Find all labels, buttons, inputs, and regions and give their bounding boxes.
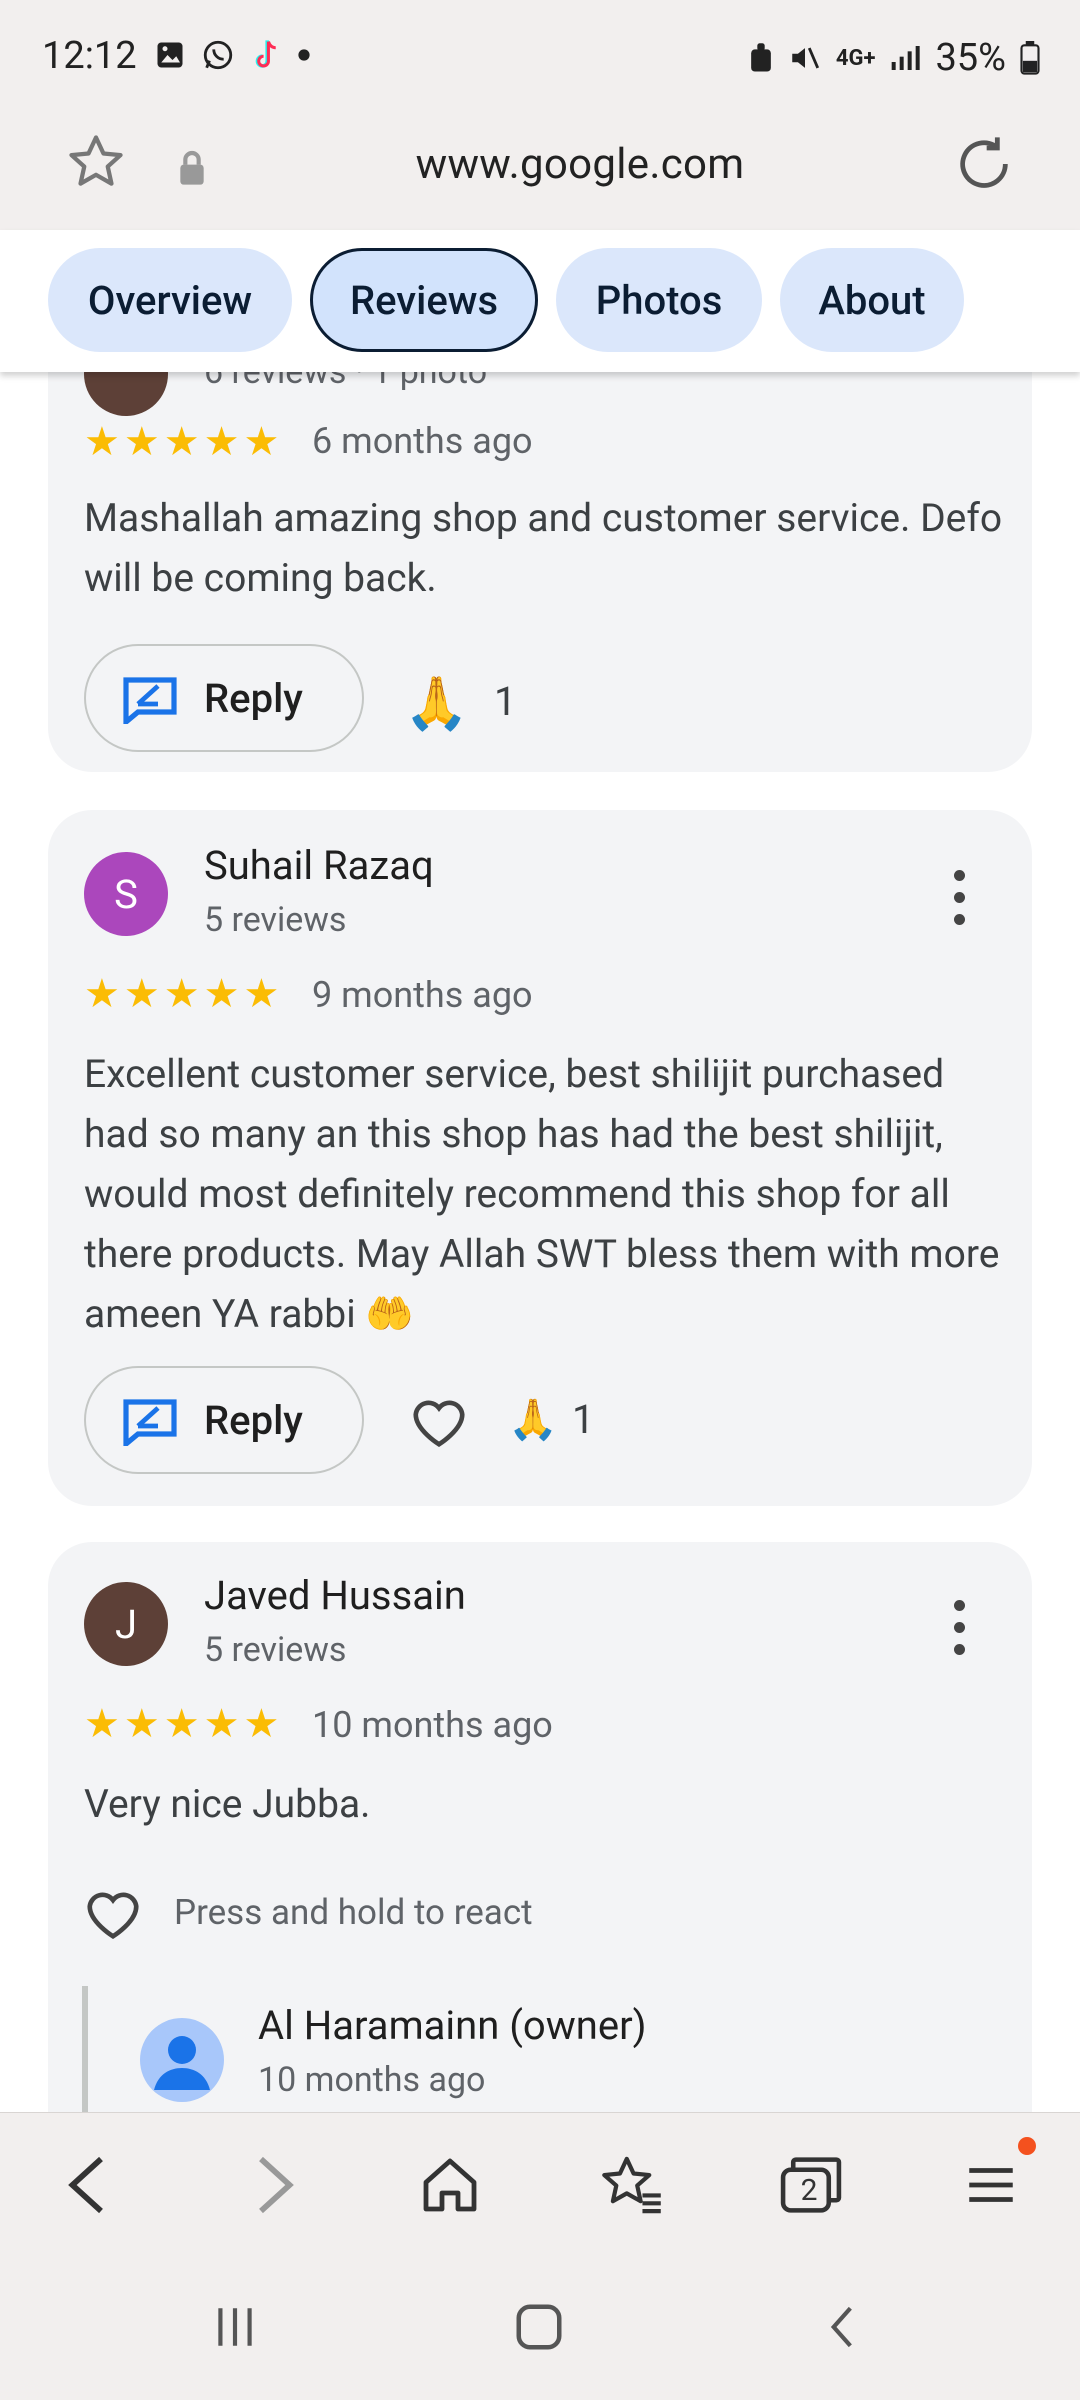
gallery-icon	[157, 42, 183, 68]
pray-reaction[interactable]: 🙏	[404, 678, 469, 730]
heart-icon[interactable]	[408, 1392, 470, 1450]
browser-toolbar: 2	[0, 2112, 1080, 2253]
star-icon: ★	[163, 418, 200, 465]
review-card: S Suhail Razaq 5 reviews ★ ★ ★ ★ ★ 9 months …	[48, 810, 1032, 1506]
url-text: www.google.com	[415, 140, 745, 189]
rating-stars: ★ ★ ★ ★ ★	[84, 422, 279, 462]
star-icon: ★	[243, 418, 280, 465]
status-time: 12:12	[42, 34, 137, 78]
network-label: 4G+	[835, 45, 876, 71]
bookmarks-icon[interactable]	[598, 2153, 666, 2217]
review-text: Excellent customer service, best shiliji…	[84, 1051, 1000, 1337]
rating-stars: ★ ★ ★ ★ ★	[84, 1704, 279, 1744]
avatar: J	[84, 1582, 168, 1666]
system-back-icon[interactable]	[822, 2302, 862, 2352]
home-icon[interactable]	[418, 2153, 482, 2217]
whatsapp-icon	[203, 40, 233, 70]
review-card: 6 reviews · 1 photo ★ ★ ★ ★ ★ 6 months ago M…	[48, 372, 1032, 772]
star-icon: ★	[203, 1700, 240, 1747]
battery-percent: 35%	[935, 36, 1006, 80]
star-icon: ★	[243, 1700, 280, 1747]
reply-button[interactable]: Reply	[84, 1366, 364, 1474]
review-meta: 6 reviews · 1 photo	[204, 372, 488, 392]
tab-reviews[interactable]: Reviews	[310, 248, 538, 352]
reaction-count: 1	[494, 678, 517, 725]
review-date: 9 months ago	[312, 974, 533, 1016]
system-navigation-bar	[0, 2252, 1080, 2400]
review-card: J Javed Hussain 5 reviews ★ ★ ★ ★ ★ 10 month…	[48, 1542, 1032, 2112]
reply-label: Reply	[204, 674, 303, 722]
rating-stars: ★ ★ ★ ★ ★	[84, 974, 279, 1014]
reply-label: Reply	[204, 1396, 303, 1444]
review-date: 10 months ago	[312, 1704, 553, 1746]
reaction-count: 1	[572, 1396, 595, 1443]
star-icon: ★	[203, 418, 240, 465]
recent-apps-icon[interactable]	[210, 2302, 260, 2352]
review-text: Very nice Jubba.	[84, 1781, 371, 1827]
status-right: 4G+ 35%	[748, 36, 1040, 80]
star-icon: ★	[84, 1700, 120, 1747]
dot-icon	[298, 49, 310, 61]
reviewer-name[interactable]: Suhail Razaq	[204, 842, 434, 889]
reviewer-review-count: 5 reviews	[204, 1630, 347, 1670]
tabs-button[interactable]: 2	[778, 2153, 844, 2217]
reviewer-name[interactable]: Javed Hussain	[204, 1572, 466, 1619]
tab-overview[interactable]: Overview	[48, 248, 292, 352]
owner-name: Al Haramainn (owner)	[258, 2002, 647, 2049]
reviewer-review-count: 5 reviews	[204, 900, 347, 940]
lock-screen-icon	[750, 43, 771, 72]
reply-icon	[123, 1399, 177, 1446]
forward-icon[interactable]	[248, 2153, 300, 2217]
star-icon: ★	[123, 418, 160, 465]
star-icon: ★	[84, 970, 120, 1017]
mute-icon	[792, 47, 819, 69]
reviews-list: 6 reviews · 1 photo ★ ★ ★ ★ ★ 6 months ago M…	[0, 372, 1080, 2112]
place-tabs: Overview Reviews Photos About	[0, 230, 1080, 372]
owner-avatar	[140, 2018, 224, 2102]
tab-photos[interactable]: Photos	[556, 248, 762, 352]
star-icon: ★	[123, 970, 160, 1017]
pray-reaction[interactable]: 🙏	[508, 1400, 558, 1440]
battery-icon	[1020, 41, 1040, 75]
star-icon: ★	[123, 1700, 160, 1747]
more-options-icon[interactable]	[954, 1600, 966, 1666]
home-button-icon[interactable]	[512, 2300, 566, 2354]
menu-icon[interactable]	[962, 2153, 1020, 2217]
reply-icon	[123, 677, 177, 724]
review-date: 6 months ago	[312, 420, 533, 462]
reload-icon[interactable]	[952, 132, 1016, 196]
star-icon: ★	[163, 970, 200, 1017]
status-bar: 12:12 4G+ 35%	[0, 0, 1080, 118]
star-icon: ★	[84, 418, 120, 465]
reply-button[interactable]: Reply	[84, 644, 364, 752]
url-bar: www.google.com	[0, 118, 1080, 230]
review-text: Mashallah amazing shop and customer serv…	[84, 495, 1003, 601]
tab-count: 2	[800, 2173, 818, 2208]
notification-icons	[155, 38, 311, 72]
notification-dot	[1018, 2137, 1036, 2155]
signal-icon	[892, 46, 921, 70]
url-field[interactable]: www.google.com	[0, 140, 1080, 189]
more-options-icon[interactable]	[954, 870, 966, 936]
owner-reply-date: 10 months ago	[258, 2060, 486, 2100]
tab-about[interactable]: About	[780, 248, 964, 352]
avatar	[84, 372, 168, 416]
tiktok-icon	[255, 40, 276, 68]
owner-reply-divider	[82, 1986, 88, 2112]
react-hint: Press and hold to react	[174, 1892, 533, 1933]
star-icon: ★	[243, 970, 280, 1017]
back-icon[interactable]	[62, 2153, 114, 2217]
heart-icon[interactable]	[82, 1884, 144, 1942]
person-icon	[154, 2036, 210, 2090]
star-icon: ★	[163, 1700, 200, 1747]
avatar: S	[84, 852, 168, 936]
star-icon: ★	[203, 970, 240, 1017]
